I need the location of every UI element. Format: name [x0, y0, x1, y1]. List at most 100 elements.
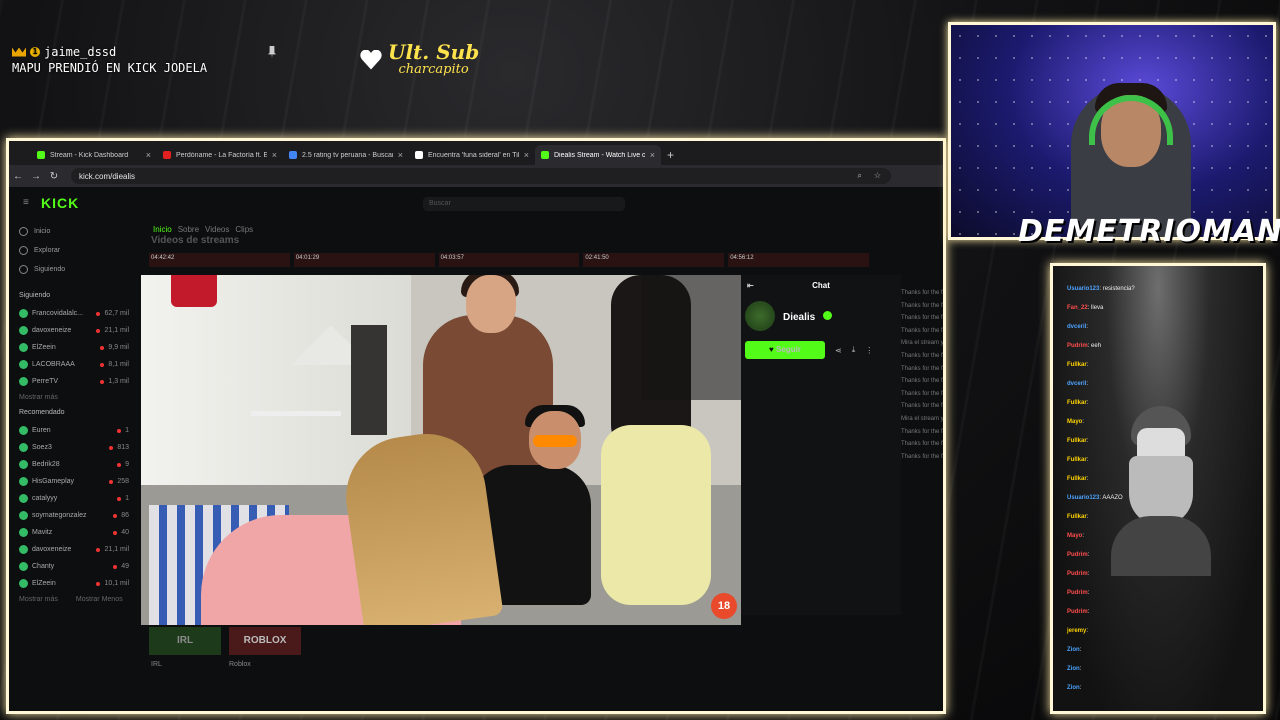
- channel-avatar: [19, 545, 28, 554]
- category-irl[interactable]: IRL: [149, 627, 221, 655]
- sidebar-nav-label: Explorar: [34, 247, 61, 254]
- close-tab-icon[interactable]: ×: [524, 150, 529, 160]
- close-tab-icon[interactable]: ×: [398, 150, 403, 160]
- profile-tab[interactable]: Sobre: [178, 225, 199, 234]
- close-tab-icon[interactable]: ×: [272, 150, 277, 160]
- search-input[interactable]: Buscar: [423, 197, 625, 211]
- channel-name: PerreTV: [32, 378, 59, 385]
- viewer-count: 40: [121, 529, 129, 536]
- show-more-link[interactable]: Mostrar más: [19, 394, 129, 401]
- channel-name[interactable]: Diealis: [783, 312, 815, 323]
- sidebar-channel[interactable]: Euren 1: [19, 422, 129, 439]
- video-thumbnail[interactable]: 04:56:12: [728, 253, 869, 267]
- sidebar-channel[interactable]: Bedrik28 9: [19, 456, 129, 473]
- video-thumbnail[interactable]: 02:41:50: [583, 253, 725, 267]
- chat-username: Pudrim: [1067, 552, 1088, 558]
- chat-username: dvceril: [1067, 381, 1087, 387]
- show-less-link[interactable]: Mostrar Menos: [76, 596, 123, 603]
- background-chat-line: Thanks for the follow: [901, 290, 946, 296]
- chat-panel: ⇤ Chat Diealis ♥ Seguir ⋖ ⤓ ⋮: [741, 275, 901, 615]
- collapse-chat-icon[interactable]: ⇤: [747, 281, 754, 290]
- channel-avatar[interactable]: [745, 301, 775, 331]
- profile-tab[interactable]: Clips: [235, 225, 253, 234]
- video-thumbnail[interactable]: 04:01:29: [293, 253, 435, 267]
- sidebar-channel[interactable]: davoxeneize 21,1 mil: [19, 541, 129, 558]
- sidebar-channel[interactable]: davoxeneize 21,1 mil: [19, 322, 129, 339]
- profile-tabs: Inicio Sobre Videos Clips: [153, 225, 253, 234]
- chat-message: jeremy:: [1067, 628, 1089, 634]
- viewer-count: 9,9 mil: [108, 344, 129, 351]
- sidebar-channel[interactable]: ElZeein 10,1 mil: [19, 575, 129, 592]
- category-roblox[interactable]: ROBLOX: [229, 627, 301, 655]
- sidebar-channel[interactable]: Soez3 813: [19, 439, 129, 456]
- download-icon[interactable]: ⤓: [852, 345, 856, 355]
- profile-tab[interactable]: Inicio: [153, 225, 172, 234]
- nav-icon: [19, 227, 28, 236]
- video-thumbnail[interactable]: 04:03:57: [438, 253, 580, 267]
- background-chat-line: Mira el stream y canjea tus: [901, 340, 944, 347]
- videos-title: Videos de streams: [151, 235, 240, 246]
- close-tab-icon[interactable]: ×: [650, 150, 655, 160]
- viewer-count: 813: [117, 444, 129, 451]
- last-sub-name: charcapito: [398, 62, 469, 77]
- sidebar-nav-item[interactable]: Siguiendo: [19, 265, 129, 274]
- forward-icon[interactable]: →: [27, 171, 45, 182]
- channel-name: Euren: [32, 427, 51, 434]
- sidebar-channel[interactable]: LACOBRAAA 8,1 mil: [19, 356, 129, 373]
- star-icon[interactable]: ☆: [874, 171, 881, 181]
- channel-avatar: [19, 460, 28, 469]
- chat-username: Zion: [1067, 685, 1080, 691]
- back-icon[interactable]: ←: [9, 171, 27, 182]
- sidebar-nav-item[interactable]: Explorar: [19, 246, 129, 255]
- chat-username: jeremy: [1067, 628, 1087, 634]
- search-icon[interactable]: ⌕: [857, 171, 861, 181]
- live-dot-icon: [117, 428, 122, 433]
- follow-button[interactable]: ♥ Seguir: [745, 341, 825, 359]
- embedded-chat-overlay: [641, 275, 741, 400]
- sidebar-channel[interactable]: catalyyy 1: [19, 490, 129, 507]
- sidebar-channel[interactable]: Mavitz 40: [19, 524, 129, 541]
- reload-icon[interactable]: ↻: [45, 171, 63, 182]
- scene-blanket: [601, 425, 711, 605]
- chat-message: Usuario123: AAAZO: [1067, 495, 1123, 501]
- kick-logo[interactable]: KICK: [41, 195, 79, 211]
- chat-message: Pudrim: eeh: [1067, 343, 1102, 349]
- chat-title: Chat: [812, 280, 830, 290]
- sidebar-channel[interactable]: soymategonzalez 86: [19, 507, 129, 524]
- chat-message: Zion:: [1067, 666, 1082, 672]
- browser-tab[interactable]: Perdóname - La Factoría ft. Eddy Lover ×: [157, 145, 283, 165]
- video-thumbnail[interactable]: 04:42:42: [149, 253, 290, 267]
- close-tab-icon[interactable]: ×: [146, 150, 151, 160]
- browser-tab[interactable]: Encuentra 'funa sideral' en TikTok ×: [409, 145, 535, 165]
- sidebar-channel[interactable]: HisGameplay 258: [19, 473, 129, 490]
- tab-title: 2.5 rating tv peruana - Buscar con Googl…: [302, 151, 393, 159]
- new-tab-button[interactable]: +: [667, 148, 674, 162]
- more-options-icon[interactable]: ⋮: [865, 346, 873, 355]
- chat-message: Fullkar:: [1067, 400, 1089, 406]
- nav-icon: [19, 246, 28, 255]
- sidebar-channel[interactable]: PerreTV 1,3 mil: [19, 373, 129, 390]
- show-more-link-2[interactable]: Mostrar más: [19, 596, 58, 603]
- background-chat-line: Thanks for the follow: [901, 441, 946, 448]
- chat-message: Usuario123: resistencia?: [1067, 286, 1135, 292]
- url-field[interactable]: kick.com/diealis ⌕ ☆: [71, 168, 891, 184]
- profile-tab[interactable]: Videos: [205, 225, 229, 234]
- sidebar-channel[interactable]: ElZeein 9,9 mil: [19, 339, 129, 356]
- video-player[interactable]: 18: [141, 275, 741, 625]
- browser-tab[interactable]: 2.5 rating tv peruana - Buscar con Googl…: [283, 145, 409, 165]
- channel-avatar: [19, 443, 28, 452]
- menu-icon[interactable]: ≡: [23, 197, 29, 208]
- sidebar-nav-item[interactable]: Inicio: [19, 227, 129, 236]
- chat-username: Fullkar: [1067, 362, 1087, 368]
- chat-message: Pudrim:: [1067, 571, 1090, 577]
- sidebar-channel[interactable]: Chanty 49: [19, 558, 129, 575]
- chat-text: resistencia?: [1102, 286, 1135, 292]
- share-icon[interactable]: ⋖: [835, 346, 842, 355]
- browser-tab[interactable]: Diealis Stream - Watch Live on Kick ×: [535, 145, 661, 165]
- sidebar-channel[interactable]: Francovidalalc... 62,7 mil: [19, 305, 129, 322]
- browser-tab[interactable]: Stream - Kick Dashboard ×: [31, 145, 157, 165]
- viewer-count: 86: [121, 512, 129, 519]
- tab-favicon-icon: [37, 151, 45, 159]
- chat-username: Fullkar: [1067, 400, 1087, 406]
- background-chat-line: Thanks for the follow: [901, 365, 946, 372]
